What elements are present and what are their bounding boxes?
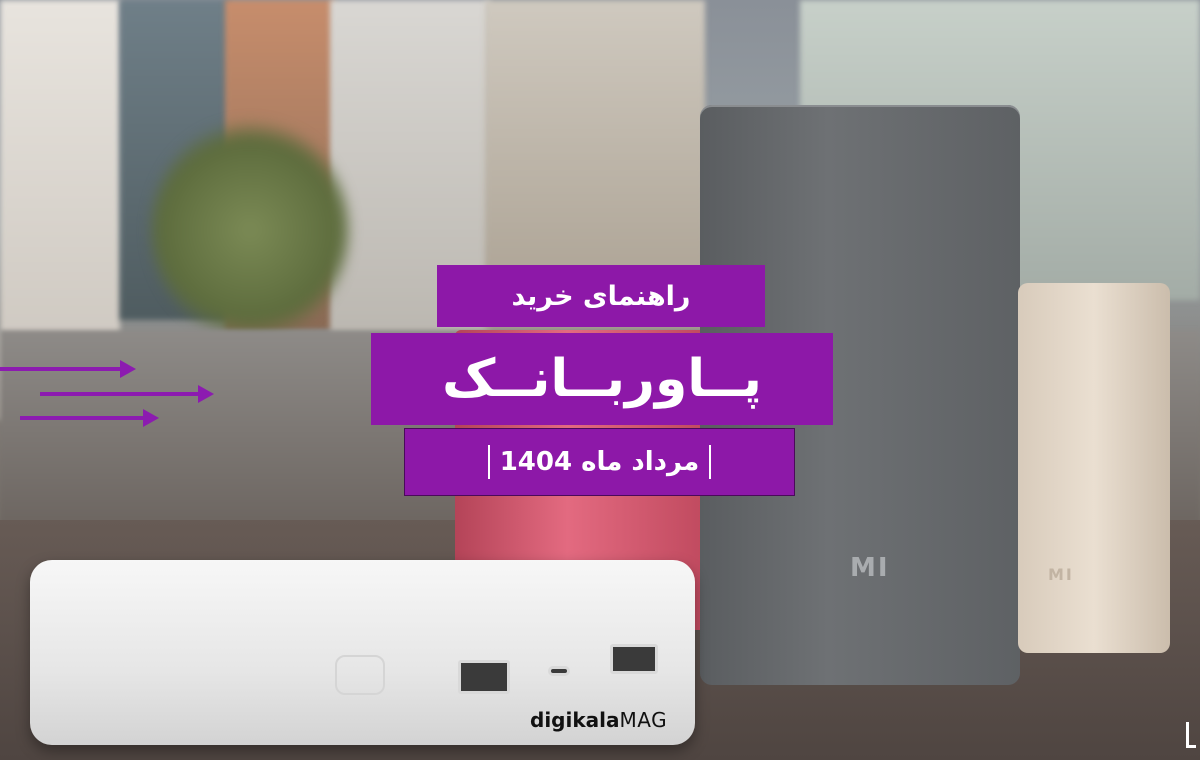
divider — [487, 445, 490, 479]
indicator-button — [335, 655, 385, 695]
brand-suffix: MAG — [619, 708, 668, 732]
usb-port — [458, 660, 510, 694]
page-title: پــاوربــانــک — [371, 333, 833, 425]
corner-mark — [1186, 722, 1196, 748]
buying-guide-label: راهنمای خرید — [437, 265, 765, 327]
usb-port — [610, 644, 658, 674]
date-badge: مرداد ماه 1404 — [404, 428, 795, 496]
micro-usb-port — [548, 666, 570, 676]
mi-logo: MI — [1048, 565, 1074, 584]
hero-image: MI MI MI راهنمای خرید پــاوربــانــک مرد… — [0, 0, 1200, 760]
mi-logo: MI — [850, 553, 890, 583]
arrow-right-icon — [40, 385, 214, 403]
arrow-right-icon — [0, 360, 136, 378]
divider — [709, 445, 712, 479]
background-tree — [150, 120, 350, 340]
brand-name: digikala — [530, 708, 620, 732]
date-text: مرداد ماه 1404 — [499, 447, 700, 477]
gold-power-bank: MI — [1018, 283, 1170, 653]
arrow-right-icon — [20, 409, 159, 427]
brand-logo: digikalaMAG — [530, 708, 667, 732]
